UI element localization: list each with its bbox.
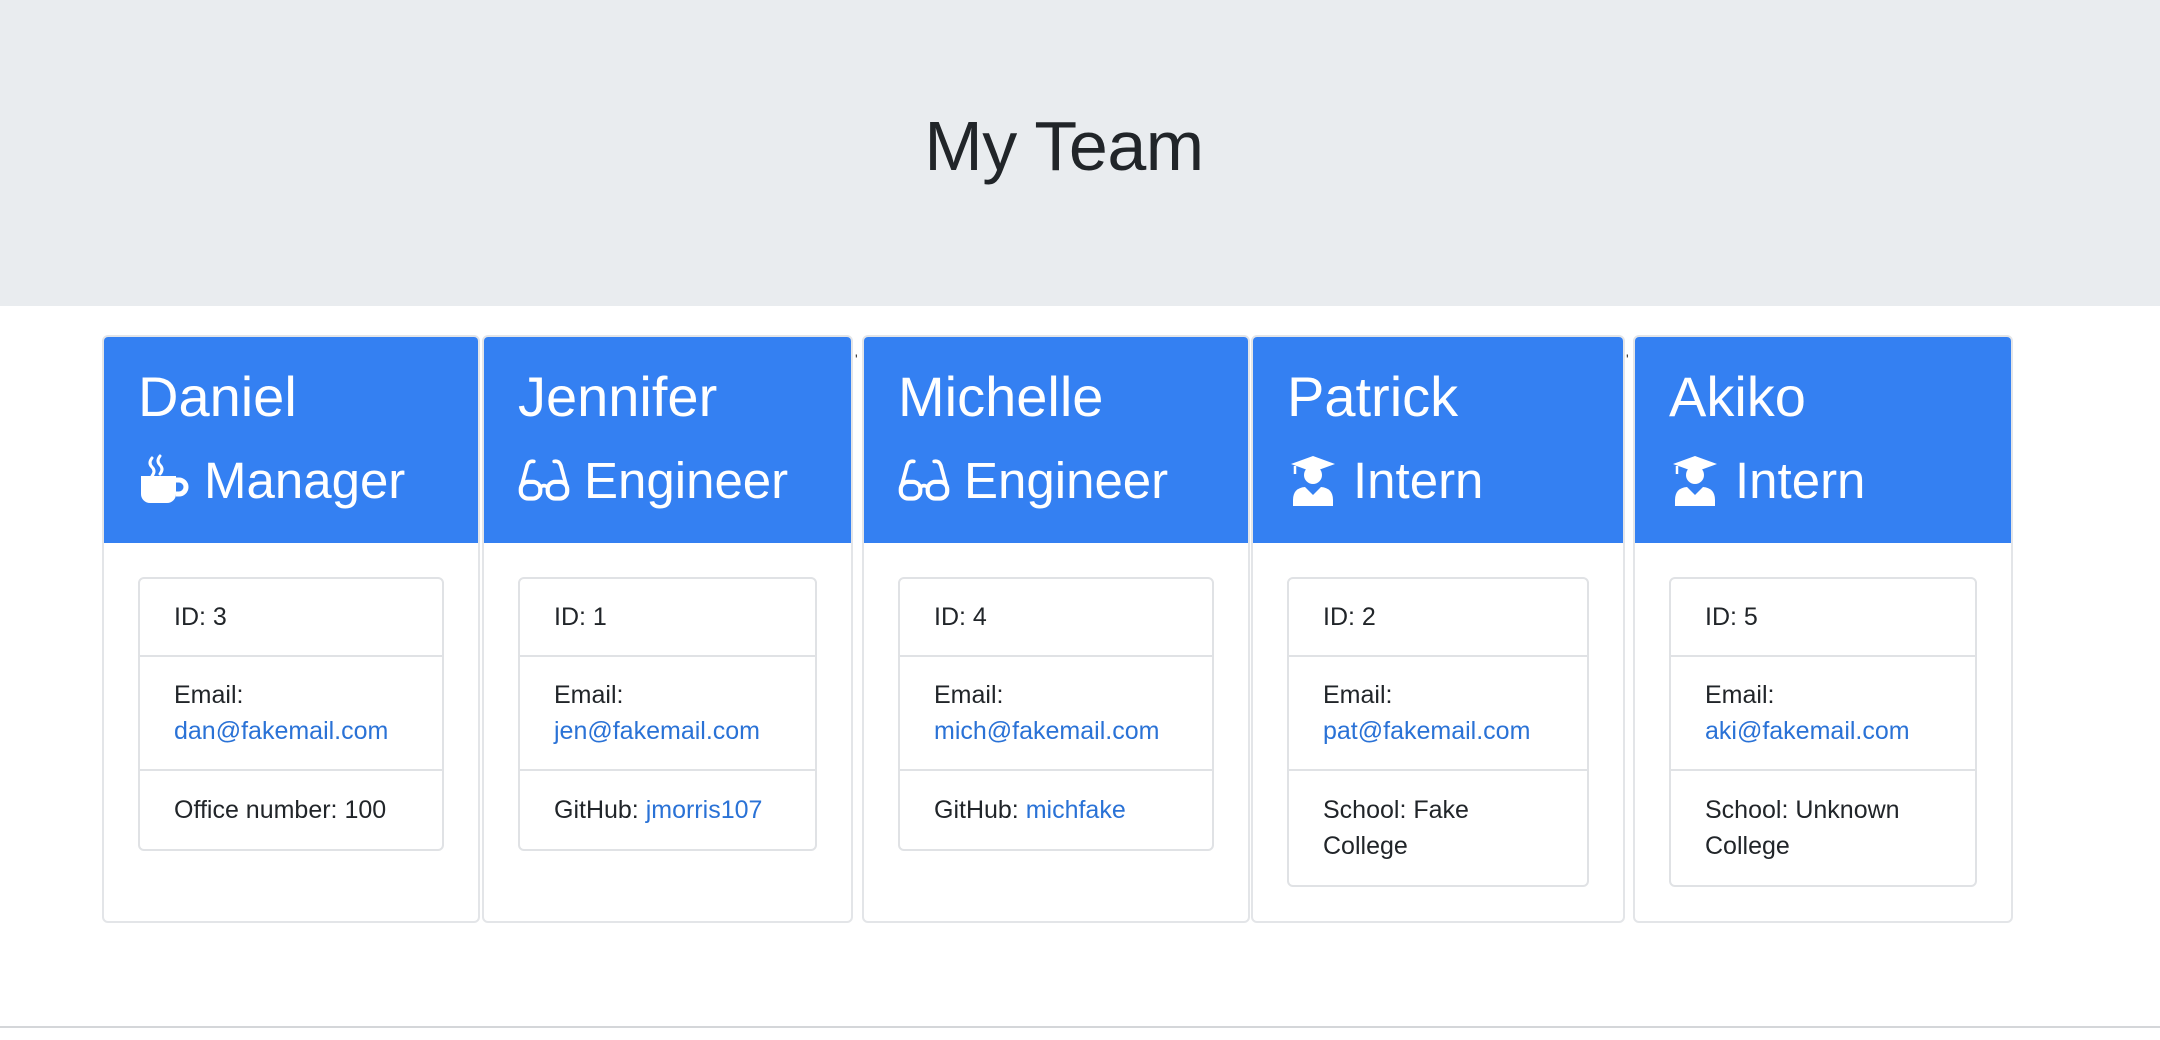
graduate-icon bbox=[1669, 454, 1721, 506]
email-link[interactable]: mich@fakemail.com bbox=[934, 717, 1159, 745]
mug-icon bbox=[138, 454, 190, 506]
email-item: Email: aki@fakemail.com bbox=[1671, 657, 1975, 771]
email-link[interactable]: dan@fakemail.com bbox=[174, 717, 388, 745]
school-item: School: Fake College bbox=[1289, 771, 1587, 885]
role-label: Manager bbox=[204, 451, 406, 509]
github-item: GitHub: michfake bbox=[900, 771, 1212, 849]
page-title: My Team bbox=[924, 107, 1204, 185]
info-list: ID: 1 Email: jen@fakemail.com GitHub: jmo… bbox=[518, 577, 817, 851]
role-label: Engineer bbox=[964, 451, 1169, 509]
github-item: GitHub: jmorris107 bbox=[520, 771, 815, 849]
id-item: ID: 2 bbox=[1289, 579, 1587, 657]
email-item: Email: dan@fakemail.com bbox=[140, 657, 442, 771]
role-label: Intern bbox=[1353, 451, 1484, 509]
footer-divider bbox=[0, 1026, 2160, 1028]
employee-card-akiko: Akiko Intern ID: 5 Email: aki@fakemail.co… bbox=[1633, 335, 2013, 923]
info-list: ID: 3 Email: dan@fakemail.com Office numb… bbox=[138, 577, 444, 851]
glasses-icon bbox=[898, 454, 950, 506]
email-item: Email: mich@fakemail.com bbox=[900, 657, 1212, 771]
employee-name: Jennifer bbox=[518, 365, 718, 428]
employee-role: Manager bbox=[138, 445, 405, 515]
email-item: Email: pat@fakemail.com bbox=[1289, 657, 1587, 771]
card-header: Daniel Manager bbox=[104, 337, 478, 543]
school-value: College bbox=[1705, 832, 1790, 860]
employee-card-patrick: Patrick Intern ID: 2 Email: pat@fakemail.… bbox=[1251, 335, 1625, 923]
glasses-icon bbox=[518, 454, 570, 506]
school-label: School: Fake bbox=[1323, 796, 1469, 824]
github-label: GitHub: bbox=[934, 796, 1026, 824]
email-link[interactable]: jen@fakemail.com bbox=[554, 717, 760, 745]
github-link[interactable]: michfake bbox=[1026, 792, 1126, 828]
id-item: ID: 1 bbox=[520, 579, 815, 657]
employee-name: Michelle bbox=[898, 365, 1104, 428]
employee-name: Daniel bbox=[138, 365, 297, 428]
role-label: Engineer bbox=[584, 451, 789, 509]
email-label: Email: bbox=[554, 681, 624, 709]
id-item: ID: 5 bbox=[1671, 579, 1975, 657]
employee-role: Engineer bbox=[518, 445, 788, 515]
employee-name: Akiko bbox=[1669, 365, 1806, 428]
card-header: Patrick Intern bbox=[1253, 337, 1623, 543]
school-label: School: Unknown bbox=[1705, 796, 1900, 824]
email-label: Email: bbox=[174, 681, 244, 709]
office-number-item: Office number: 100 bbox=[174, 796, 387, 824]
employee-role: Engineer bbox=[898, 445, 1168, 515]
email-link[interactable]: aki@fakemail.com bbox=[1705, 717, 1910, 745]
card-header: Michelle Engineer bbox=[864, 337, 1248, 543]
school-value: College bbox=[1323, 832, 1408, 860]
employee-card-daniel: Daniel Manager ID: 3 Email: dan@fakemail.… bbox=[102, 335, 480, 923]
email-label: Email: bbox=[934, 681, 1004, 709]
employee-role: Intern bbox=[1287, 445, 1483, 515]
github-link[interactable]: jmorris107 bbox=[646, 792, 763, 828]
employee-card-jennifer: Jennifer Engineer ID: 1 Email: jen@fakema… bbox=[482, 335, 853, 923]
info-list: ID: 2 Email: pat@fakemail.com School: Fak… bbox=[1287, 577, 1589, 887]
github-label: GitHub: bbox=[554, 796, 646, 824]
stray-mark: ' bbox=[1626, 351, 1629, 367]
role-label: Intern bbox=[1735, 451, 1866, 509]
card-header: Akiko Intern bbox=[1635, 337, 2011, 543]
id-item: ID: 4 bbox=[900, 579, 1212, 657]
employee-name: Patrick bbox=[1287, 365, 1459, 428]
email-link[interactable]: pat@fakemail.com bbox=[1323, 717, 1530, 745]
employee-card-michelle: Michelle Engineer ID: 4 Email: mich@fakem… bbox=[862, 335, 1250, 923]
email-item: Email: jen@fakemail.com bbox=[520, 657, 815, 771]
id-item: ID: 3 bbox=[140, 579, 442, 657]
school-item: School: Unknown College bbox=[1671, 771, 1975, 885]
card-header: Jennifer Engineer bbox=[484, 337, 851, 543]
email-label: Email: bbox=[1705, 681, 1775, 709]
stray-mark: ' bbox=[855, 351, 858, 367]
email-label: Email: bbox=[1323, 681, 1393, 709]
info-list: ID: 5 Email: aki@fakemail.com School: Unk… bbox=[1669, 577, 1977, 887]
page-header: My Team bbox=[0, 0, 2160, 306]
info-list: ID: 4 Email: mich@fakemail.com GitHub: mi… bbox=[898, 577, 1214, 851]
graduate-icon bbox=[1287, 454, 1339, 506]
employee-role: Intern bbox=[1669, 445, 1865, 515]
